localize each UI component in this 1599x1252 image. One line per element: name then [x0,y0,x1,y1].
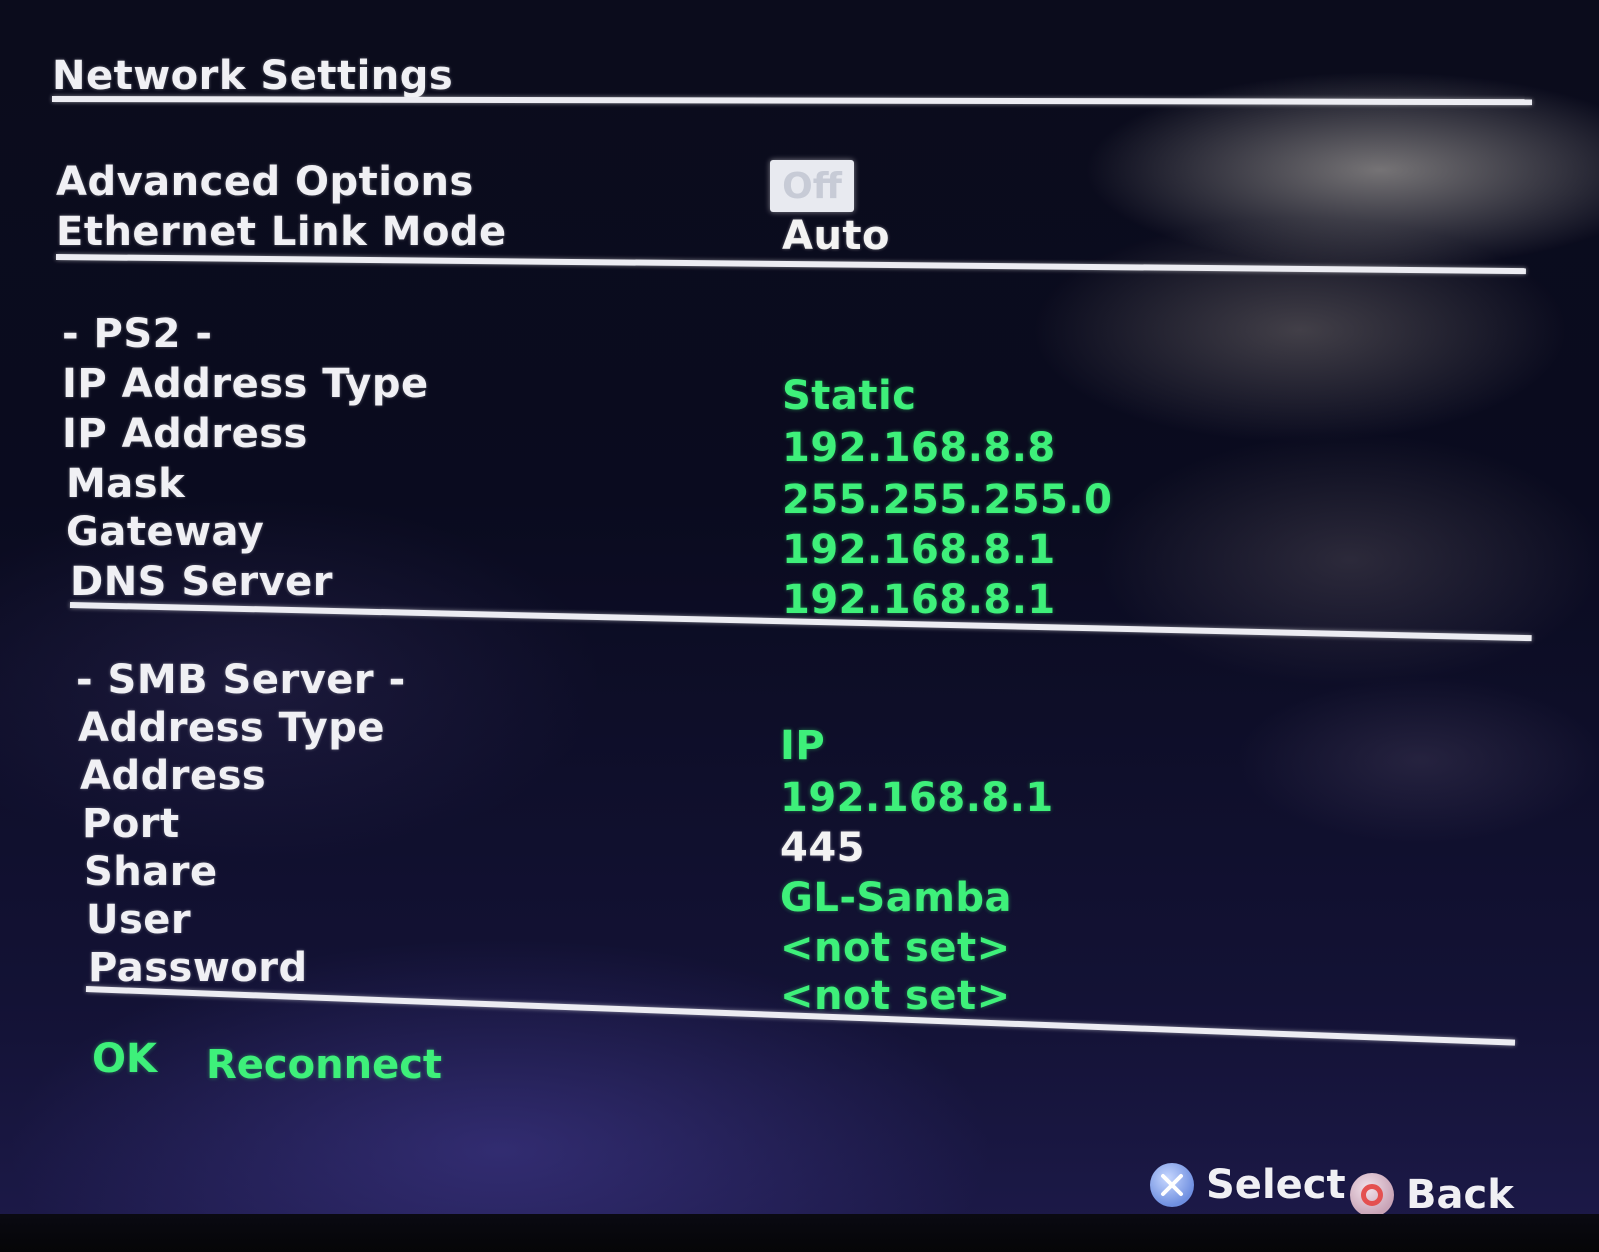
address-type-label: Address Type [78,705,385,751]
share-value[interactable]: GL-Samba [780,878,1012,918]
port-value[interactable]: 445 [780,828,865,868]
dns-server-value[interactable]: 192.168.8.1 [782,580,1056,620]
back-hint-label: Back [1406,1172,1514,1218]
ethernet-link-mode-value[interactable]: Auto [782,216,890,256]
share-label: Share [84,849,218,895]
page-title: Network Settings [52,53,454,99]
password-label: Password [88,945,308,991]
advanced-options-label: Advanced Options [56,159,474,205]
mask-label: Mask [66,461,186,507]
ps2-section-heading: - PS2 - [62,311,213,357]
port-label: Port [82,801,180,847]
ip-address-type-label: IP Address Type [62,361,429,407]
smb-section-heading: - SMB Server - [76,657,406,703]
back-hint: Back [1350,1172,1514,1218]
network-settings-screen: Network Settings Advanced Options Off Et… [0,0,1599,1252]
address-type-value[interactable]: IP [780,726,825,766]
title-divider [51,96,1533,106]
cross-button-icon [1150,1163,1194,1207]
address-label: Address [80,753,267,799]
address-value[interactable]: 192.168.8.1 [780,778,1054,818]
ok-button[interactable]: OK [92,1036,157,1082]
user-label: User [86,897,192,943]
select-hint: Select [1150,1162,1346,1208]
ethernet-link-mode-label: Ethernet Link Mode [56,209,507,255]
select-hint-label: Select [1206,1162,1346,1208]
user-value[interactable]: <not set> [780,928,1011,968]
circle-button-icon [1350,1173,1394,1217]
gateway-label: Gateway [66,509,265,555]
ip-address-label: IP Address [62,411,308,457]
gateway-value[interactable]: 192.168.8.1 [782,530,1056,570]
ip-address-value[interactable]: 192.168.8.8 [782,428,1056,468]
ip-address-type-value[interactable]: Static [782,376,916,416]
reconnect-button[interactable]: Reconnect [206,1042,442,1088]
advanced-options-toggle[interactable]: Off [770,160,854,212]
password-value[interactable]: <not set> [780,976,1011,1016]
mask-value[interactable]: 255.255.255.0 [782,480,1112,520]
dns-server-label: DNS Server [70,559,334,605]
monitor-bezel [0,1214,1599,1252]
